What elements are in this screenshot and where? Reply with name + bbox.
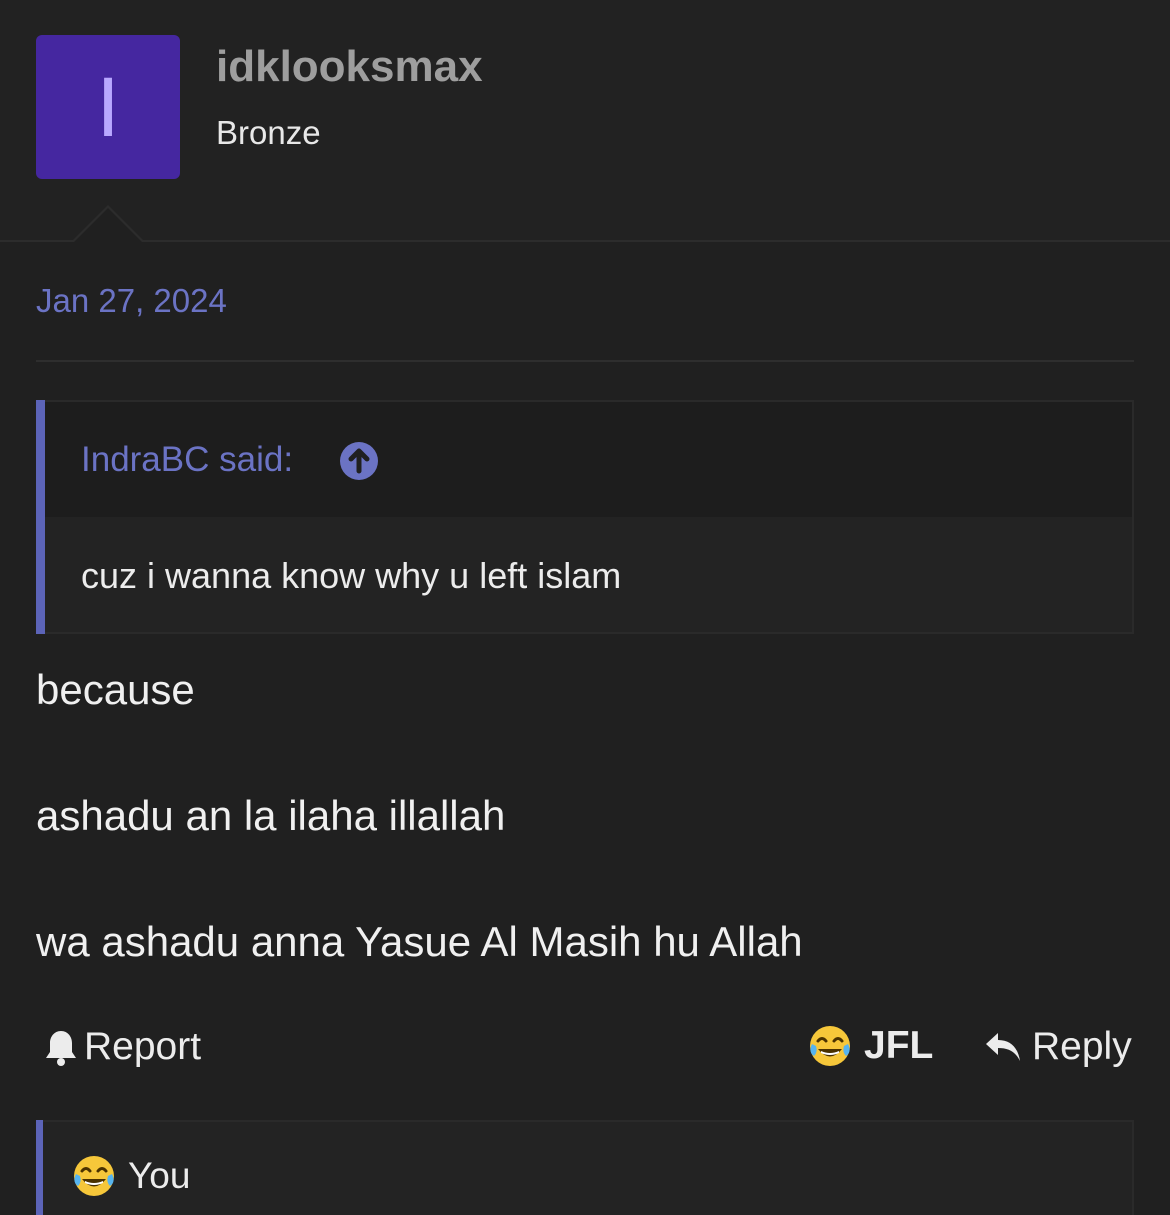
post-date-link[interactable]: Jan 27, 2024 [36, 282, 227, 320]
username-link[interactable]: idklooksmax [216, 42, 483, 92]
reactions-list[interactable]: You [72, 1154, 190, 1198]
quote-accent-bar [36, 400, 45, 634]
face-with-tears-of-joy-icon [74, 1156, 114, 1196]
report-label: Report [84, 1025, 202, 1068]
reactions-accent-bar [36, 1120, 43, 1215]
user-title: Bronze [216, 114, 321, 151]
post-body-line: ashadu an la ilaha illallah [36, 792, 506, 839]
quote-author-link[interactable]: IndraBC said: [81, 440, 293, 480]
jfl-label: JFL [864, 1024, 934, 1067]
jfl-reaction-button[interactable]: JFL [808, 1024, 933, 1068]
bell-icon [46, 1031, 76, 1066]
avatar[interactable]: I [36, 35, 180, 179]
arrow-up-circle-icon[interactable] [340, 442, 378, 480]
reply-button[interactable]: Reply [984, 1025, 1132, 1069]
reply-label: Reply [1032, 1025, 1132, 1068]
report-button[interactable]: Report [44, 1025, 201, 1069]
post-body-line: because [36, 666, 195, 713]
post-page: I idklooksmax Bronze Jan 27, 2024 IndraB… [0, 0, 1170, 1215]
face-with-tears-of-joy-icon [810, 1026, 850, 1066]
divider [36, 360, 1134, 362]
user-header: I idklooksmax Bronze [0, 0, 1170, 242]
quote-text: cuz i wanna know why u left islam [81, 555, 622, 596]
reactions-bar [36, 1120, 1134, 1215]
post-body-line: wa ashadu anna Yasue Al Masih hu Allah [36, 918, 803, 965]
reactions-users-text[interactable]: You [128, 1155, 190, 1197]
reply-arrow-icon [986, 1033, 1020, 1061]
